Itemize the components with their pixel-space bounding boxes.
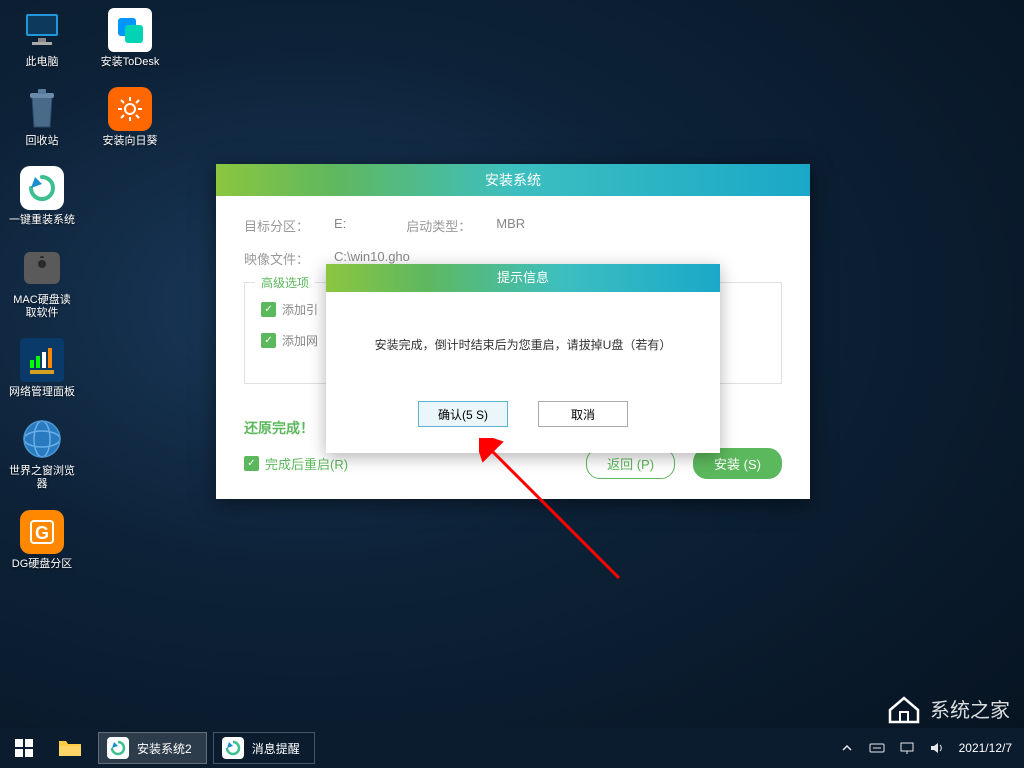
- desktop-icons: 此电脑 安装ToDesk 回收站 安装向日葵 一键重装系统: [8, 8, 164, 571]
- modal-message: 安装完成，倒计时结束后为您重启，请拔掉U盘（若有）: [346, 336, 700, 353]
- todesk-icon[interactable]: 安装ToDesk: [96, 8, 164, 69]
- sunflower-icon[interactable]: 安装向日葵: [96, 87, 164, 148]
- boot-type-label: 启动类型：: [406, 216, 496, 235]
- dg-partition-icon[interactable]: G DG硬盘分区: [8, 510, 76, 571]
- target-partition-label: 目标分区：: [244, 216, 334, 235]
- taskbar-item-installer[interactable]: 安装系统2: [98, 732, 207, 764]
- boot-type-value: MBR: [496, 216, 525, 235]
- cancel-button[interactable]: 取消: [538, 401, 628, 427]
- confirm-button[interactable]: 确认(5 S): [418, 401, 508, 427]
- network-panel-icon[interactable]: 网络管理面板: [8, 338, 76, 399]
- advanced-legend: 高级选项: [255, 274, 315, 291]
- reinstall-system-icon[interactable]: 一键重装系统: [8, 166, 76, 227]
- checkmark-icon: ✓: [261, 302, 276, 317]
- this-pc-icon[interactable]: 此电脑: [8, 8, 76, 69]
- info-modal: 提示信息 安装完成，倒计时结束后为您重启，请拔掉U盘（若有） 确认(5 S) 取…: [326, 264, 720, 453]
- target-partition-value: E:: [334, 216, 346, 235]
- recycle-bin-icon[interactable]: 回收站: [8, 87, 76, 148]
- tray-chevron-icon[interactable]: [839, 740, 855, 756]
- start-button[interactable]: [0, 728, 48, 768]
- mac-disk-icon[interactable]: MAC硬盘读取软件: [8, 246, 76, 320]
- image-file-label: 映像文件：: [244, 249, 334, 268]
- svg-text:G: G: [35, 523, 49, 543]
- file-explorer-button[interactable]: [48, 728, 92, 768]
- system-tray: 2021/12/7: [839, 740, 1024, 756]
- windows-icon: [15, 739, 33, 757]
- volume-icon[interactable]: [929, 740, 945, 756]
- keyboard-icon[interactable]: [869, 740, 885, 756]
- watermark: 系统之家: [886, 690, 1010, 726]
- restart-checkbox[interactable]: ✓ 完成后重启(R): [244, 454, 348, 473]
- installer-title: 安装系统: [216, 164, 810, 196]
- browser-icon[interactable]: 世界之窗浏览器: [8, 417, 76, 491]
- folder-icon: [58, 738, 82, 758]
- checkmark-icon: ✓: [244, 456, 259, 471]
- tray-date[interactable]: 2021/12/7: [959, 741, 1012, 755]
- checkmark-icon: ✓: [261, 333, 276, 348]
- modal-title: 提示信息: [326, 264, 720, 292]
- network-icon[interactable]: [899, 740, 915, 756]
- taskbar: 安装系统2 消息提醒 2021/12/7: [0, 728, 1024, 768]
- taskbar-item-notification[interactable]: 消息提醒: [213, 732, 315, 764]
- desktop: 此电脑 安装ToDesk 回收站 安装向日葵 一键重装系统: [0, 0, 1024, 768]
